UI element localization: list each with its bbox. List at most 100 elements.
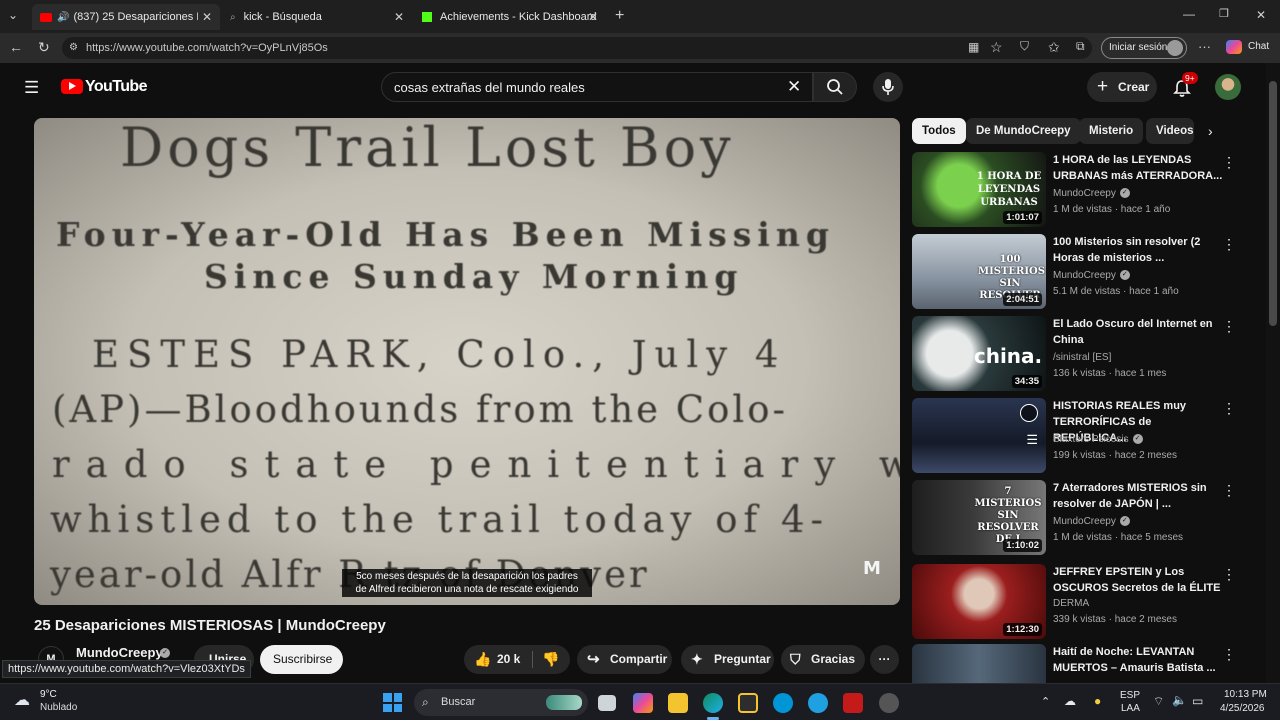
volume-icon[interactable]: 🔈: [1172, 693, 1187, 707]
notifications-button[interactable]: 9+: [1172, 72, 1198, 99]
duration-badge: 2:04:51: [1003, 293, 1042, 306]
hamburger-menu-icon[interactable]: ☰: [24, 79, 39, 96]
copilot-app-icon[interactable]: [633, 693, 653, 713]
speaker-icon[interactable]: 🔊: [57, 12, 69, 23]
share-label: Compartir: [610, 652, 668, 666]
close-tab-icon[interactable]: ✕: [394, 10, 404, 24]
battery-icon[interactable]: ▭: [1192, 694, 1203, 708]
location-icon[interactable]: ●: [1094, 694, 1101, 708]
weather-icon[interactable]: ☁: [14, 690, 30, 710]
search-button[interactable]: [813, 72, 857, 102]
thanks-button[interactable]: ⛉ Gracias: [781, 645, 865, 674]
ask-button[interactable]: ✦ Preguntar: [681, 645, 774, 674]
task-view-icon[interactable]: [598, 695, 616, 711]
onedrive-icon[interactable]: ☁: [1064, 694, 1076, 708]
chat-button[interactable]: Chat: [1248, 41, 1269, 52]
clear-search-icon[interactable]: ✕: [787, 77, 801, 97]
voice-search-button[interactable]: [873, 72, 903, 102]
dislike-button[interactable]: 👎: [533, 645, 570, 674]
back-icon[interactable]: ←: [9, 40, 23, 54]
site-info-icon[interactable]: ⚙: [69, 37, 78, 59]
settings-app-icon[interactable]: [879, 693, 899, 713]
recommendation-item[interactable]: Haití de Noche: LEVANTAN MUERTOS – Amaur…: [912, 644, 1257, 683]
search-input[interactable]: cosas extrañas del mundo reales ✕: [381, 72, 813, 102]
app-available-icon[interactable]: ▦: [968, 41, 979, 53]
channel-name[interactable]: MundoCreepy: [76, 645, 163, 660]
video-subheadline-2: Since Sunday Morning: [204, 257, 744, 296]
more-options-icon[interactable]: ⋮: [1222, 482, 1236, 499]
recommendation-item[interactable]: china. 34:35 El Lado Oscuro del Internet…: [912, 316, 1257, 394]
recommendation-item[interactable]: ☰ HISTORIAS REALES muy TERRORÍFICAS de R…: [912, 398, 1257, 476]
browser-menu-icon[interactable]: ···: [1198, 40, 1211, 53]
chip-videos[interactable]: Videos: [1146, 118, 1194, 144]
tab-kick-dashboard[interactable]: Achievements - Kick Dashboard ✕: [414, 4, 606, 30]
recommendation-thumbnail[interactable]: 100 MISTERIOS SIN RESOLVER 2:04:51: [912, 234, 1046, 309]
start-button[interactable]: [383, 693, 402, 712]
more-options-icon[interactable]: ⋮: [1222, 236, 1236, 253]
more-actions-button[interactable]: ···: [870, 645, 899, 674]
app-icon[interactable]: [808, 693, 828, 713]
tab-youtube[interactable]: 🔊 (837) 25 Desapariciones MISTE ✕: [32, 4, 220, 30]
minimize-icon[interactable]: —: [1183, 8, 1195, 20]
close-tab-icon[interactable]: ✕: [588, 10, 598, 24]
show-hidden-icons-icon[interactable]: ⌃: [1041, 695, 1050, 708]
language-layout[interactable]: LAA: [1121, 703, 1140, 714]
recommendation-item[interactable]: 7 MISTERIOS SIN RESOLVER DE J 1:10:02 7 …: [912, 480, 1257, 558]
chip-de-mundocreepy[interactable]: De MundoCreepy: [966, 118, 1081, 144]
favorites-icon[interactable]: ✩: [1048, 40, 1060, 54]
add-to-queue-icon[interactable]: ☰: [1026, 432, 1038, 448]
more-options-icon[interactable]: ⋮: [1222, 566, 1236, 583]
recommendation-thumbnail[interactable]: china. 34:35: [912, 316, 1046, 391]
copilot-icon[interactable]: [1226, 40, 1242, 54]
weather-temp[interactable]: 9°C: [40, 689, 57, 700]
recommendation-item[interactable]: 1 HORA DE LEYENDAS URBANAS 1:01:07 1 HOR…: [912, 152, 1257, 230]
taskbar-search[interactable]: ⌕ Buscar: [414, 689, 588, 716]
sign-in-button[interactable]: Iniciar sesión: [1101, 37, 1187, 59]
more-options-icon[interactable]: ⋮: [1222, 400, 1236, 417]
extension-icon[interactable]: ⛉: [1020, 40, 1029, 52]
share-button[interactable]: ↪ Compartir: [577, 645, 672, 674]
reload-icon[interactable]: ↻: [38, 40, 50, 54]
chips-next-icon[interactable]: ›: [1208, 123, 1213, 139]
close-tab-icon[interactable]: ✕: [202, 10, 212, 24]
chip-todos[interactable]: Todos: [912, 118, 966, 144]
maximize-icon[interactable]: ❐: [1219, 9, 1229, 20]
tab-actions-icon[interactable]: ⌄: [8, 9, 18, 21]
file-explorer-icon[interactable]: [668, 693, 688, 713]
more-options-icon[interactable]: ⋮: [1222, 154, 1236, 171]
tab-kick-search[interactable]: ⌕ kick - Búsqueda ✕: [222, 4, 412, 30]
edge-browser-icon[interactable]: [703, 693, 723, 713]
subscribe-button[interactable]: Suscribirse: [260, 645, 343, 674]
new-tab-icon[interactable]: +: [615, 8, 624, 24]
like-button[interactable]: 👍 20 k: [464, 645, 532, 674]
chip-misterio[interactable]: Misterio: [1079, 118, 1144, 144]
more-options-icon[interactable]: ⋮: [1222, 318, 1236, 335]
hp-app-icon[interactable]: [773, 693, 793, 713]
tab-title: (837) 25 Desapariciones MISTE: [73, 11, 198, 23]
windows-logo-icon: [383, 693, 392, 702]
microsoft-store-icon[interactable]: [738, 693, 758, 713]
recommendation-thumbnail[interactable]: 1 HORA DE LEYENDAS URBANAS 1:01:07: [912, 152, 1046, 227]
page-scrollbar[interactable]: [1266, 63, 1280, 683]
create-button[interactable]: + Crear: [1087, 72, 1157, 102]
recommendation-thumbnail[interactable]: [912, 644, 1046, 683]
account-avatar[interactable]: [1215, 74, 1241, 100]
recommendation-thumbnail[interactable]: 7 MISTERIOS SIN RESOLVER DE J 1:10:02: [912, 480, 1046, 555]
clock-time[interactable]: 10:13 PM: [1224, 689, 1267, 700]
clock-date[interactable]: 4/25/2026: [1220, 703, 1265, 714]
scrollbar-thumb[interactable]: [1269, 81, 1277, 326]
security-app-icon[interactable]: [843, 693, 863, 713]
watch-later-icon[interactable]: [1020, 404, 1038, 422]
address-bar[interactable]: ⚙ https://www.youtube.com/watch?v=OyPLnV…: [62, 37, 1092, 59]
recommendation-item[interactable]: 1:12:30 JEFFREY EPSTEIN y Los OSCUROS Se…: [912, 564, 1257, 642]
close-window-icon[interactable]: ✕: [1256, 9, 1266, 21]
language-code[interactable]: ESP: [1120, 690, 1140, 701]
recommendation-thumbnail[interactable]: ☰: [912, 398, 1046, 473]
recommendation-item[interactable]: 100 MISTERIOS SIN RESOLVER 2:04:51 100 M…: [912, 234, 1257, 312]
favorite-star-icon[interactable]: ☆: [990, 40, 1003, 54]
recommendation-thumbnail[interactable]: 1:12:30: [912, 564, 1046, 639]
more-options-icon[interactable]: ⋮: [1222, 646, 1236, 663]
collections-icon[interactable]: ⧉: [1076, 40, 1085, 52]
video-player[interactable]: Dogs Trail Lost Boy Four-Year-Old Has Be…: [34, 118, 900, 605]
wifi-icon[interactable]: ⌔: [1153, 694, 1164, 709]
